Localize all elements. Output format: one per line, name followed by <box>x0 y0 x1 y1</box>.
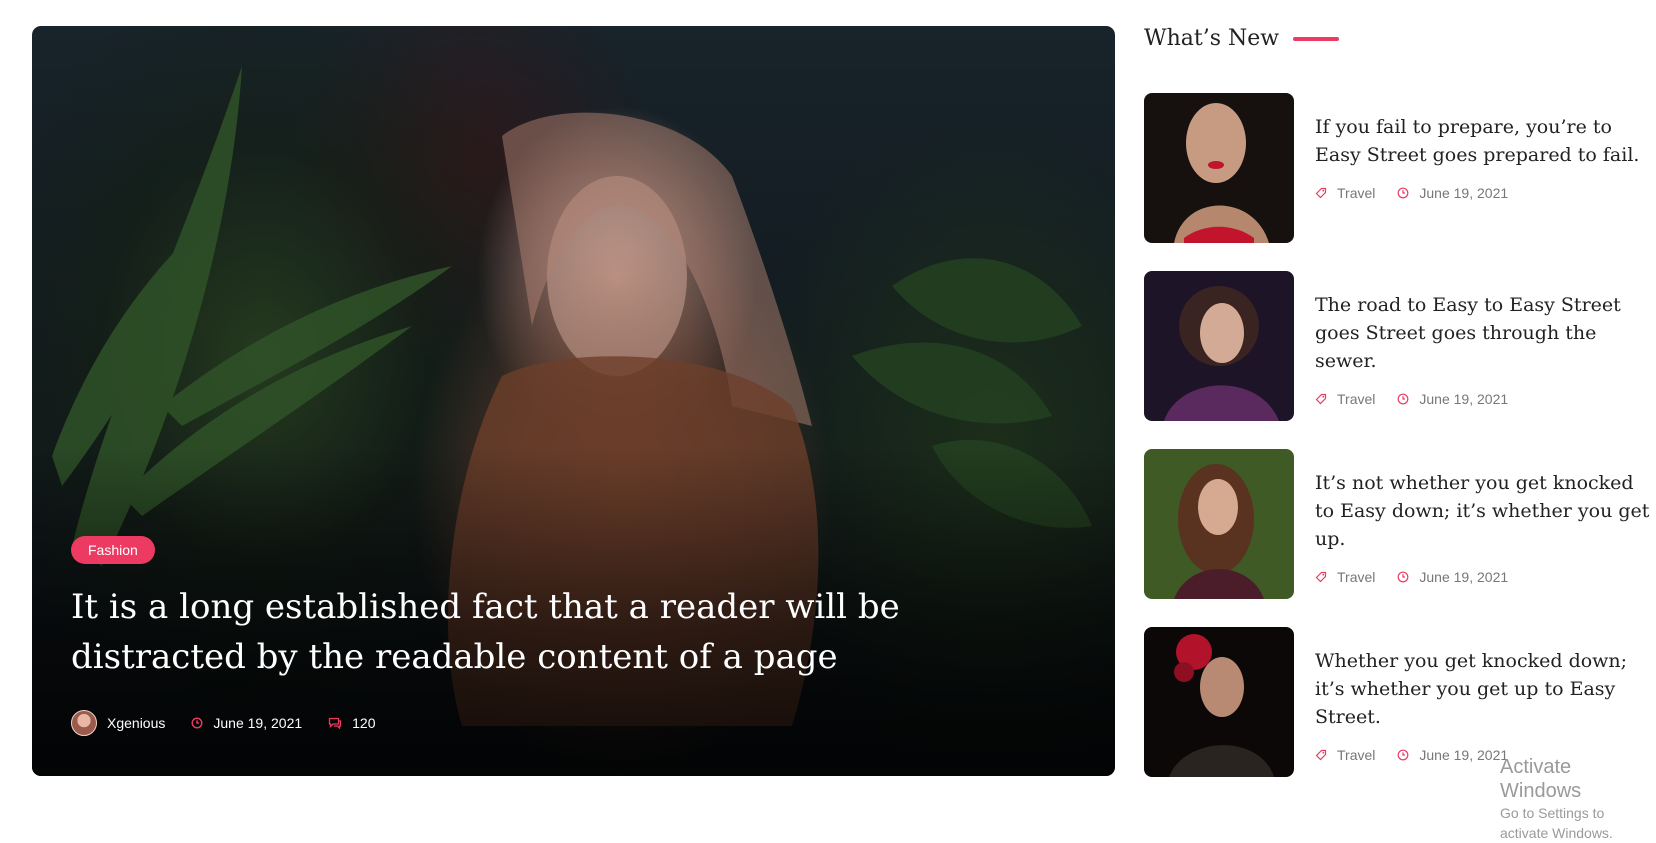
featured-post-meta: Xgenious June 19, 2021 120 <box>71 710 1081 736</box>
post-date-text: June 19, 2021 <box>1419 391 1509 407</box>
post-thumbnail[interactable] <box>1144 627 1294 777</box>
comment-count-text: 120 <box>352 715 376 731</box>
post-title[interactable]: Whether you get knocked down; it’s wheth… <box>1315 647 1655 731</box>
post-date-text: June 19, 2021 <box>1419 569 1509 585</box>
post-date-text: June 19, 2021 <box>1419 185 1509 201</box>
clock-icon <box>191 717 203 729</box>
post-body: Whether you get knocked down; it’s wheth… <box>1315 647 1655 763</box>
windows-activation-watermark: Activate Windows Go to Settings to activ… <box>1500 755 1656 843</box>
post-category[interactable]: Travel <box>1315 747 1375 763</box>
post-date-text: June 19, 2021 <box>1419 747 1509 763</box>
clock-icon <box>1397 187 1409 199</box>
author-avatar <box>71 710 97 736</box>
post-meta: Travel June 19, 2021 <box>1315 569 1655 585</box>
post-date-text: June 19, 2021 <box>213 715 303 731</box>
post-category[interactable]: Travel <box>1315 185 1375 201</box>
post-title[interactable]: It’s not whether you get knocked to Easy… <box>1315 469 1655 553</box>
watermark-title: Activate Windows <box>1500 756 1582 802</box>
section-title: What’s New <box>1144 26 1280 51</box>
clock-icon <box>1397 749 1409 761</box>
post-category-text: Travel <box>1337 185 1376 201</box>
heading-accent-bar <box>1293 36 1340 41</box>
tag-icon <box>1315 187 1327 199</box>
comment-icon <box>328 717 342 729</box>
post-category[interactable]: Travel <box>1315 391 1375 407</box>
post-title[interactable]: If you fail to prepare, you’re to Easy S… <box>1315 113 1655 169</box>
post-body: The road to Easy to Easy Street goes Str… <box>1315 291 1655 407</box>
post-category-text: Travel <box>1337 569 1376 585</box>
post-title[interactable]: The road to Easy to Easy Street goes Str… <box>1315 291 1655 375</box>
post-category[interactable]: Travel <box>1315 569 1375 585</box>
post-meta: Travel June 19, 2021 <box>1315 391 1655 407</box>
author-name: Xgenious <box>107 715 166 731</box>
post-date: June 19, 2021 <box>1397 569 1508 585</box>
post-date: June 19, 2021 <box>1397 747 1508 763</box>
post-date: June 19, 2021 <box>1397 185 1508 201</box>
post-category-text: Travel <box>1337 747 1376 763</box>
featured-post-card[interactable]: Fashion It is a long established fact th… <box>32 26 1115 776</box>
post-thumbnail[interactable] <box>1144 271 1294 421</box>
list-item[interactable]: If you fail to prepare, you’re to Easy S… <box>1144 93 1656 243</box>
featured-post-content: Fashion It is a long established fact th… <box>71 536 1081 736</box>
tag-icon <box>1315 571 1327 583</box>
tag-icon <box>1315 749 1327 761</box>
post-body: It’s not whether you get knocked to Easy… <box>1315 469 1655 585</box>
whats-new-heading: What’s New <box>1144 26 1340 51</box>
author[interactable]: Xgenious <box>71 710 165 736</box>
post-meta: Travel June 19, 2021 <box>1315 185 1655 201</box>
post-body: If you fail to prepare, you’re to Easy S… <box>1315 113 1655 201</box>
featured-post-title[interactable]: It is a long established fact that a rea… <box>71 582 1081 682</box>
list-item[interactable]: The road to Easy to Easy Street goes Str… <box>1144 271 1656 421</box>
post-category-text: Travel <box>1337 391 1376 407</box>
clock-icon <box>1397 393 1409 405</box>
post-date: June 19, 2021 <box>1397 391 1508 407</box>
category-badge[interactable]: Fashion <box>71 536 155 564</box>
tag-icon <box>1315 393 1327 405</box>
watermark-subtitle: Go to Settings to activate Windows. <box>1500 805 1613 841</box>
post-thumbnail[interactable] <box>1144 93 1294 243</box>
comment-count[interactable]: 120 <box>328 715 376 731</box>
list-item[interactable]: It’s not whether you get knocked to Easy… <box>1144 449 1656 599</box>
clock-icon <box>1397 571 1409 583</box>
post-date: June 19, 2021 <box>191 715 302 731</box>
post-thumbnail[interactable] <box>1144 449 1294 599</box>
